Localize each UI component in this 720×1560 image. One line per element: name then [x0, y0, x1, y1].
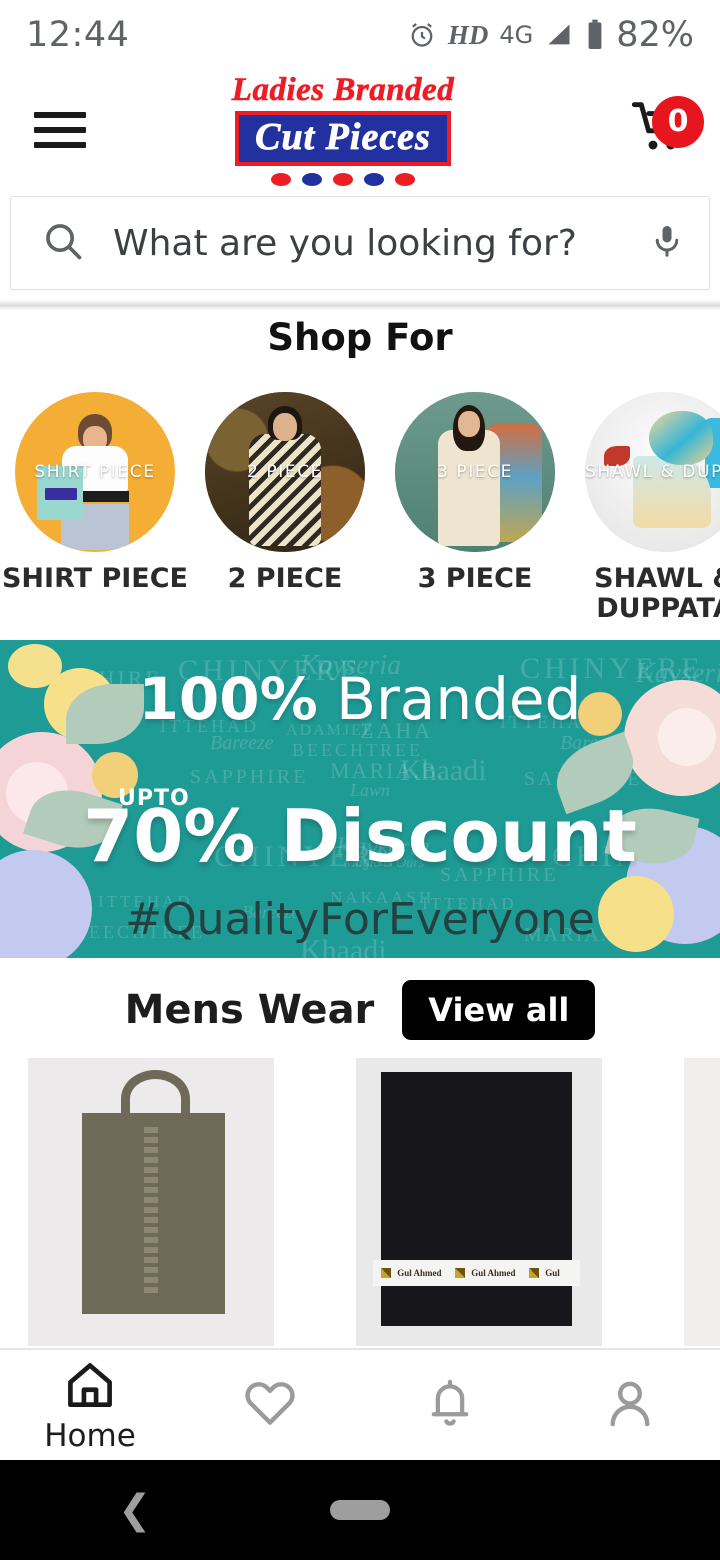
category-image: SHIRT PIECE — [15, 392, 175, 552]
category-overlay-label: 3 PIECE — [436, 462, 514, 482]
back-chevron-icon[interactable]: ❮ — [118, 1487, 152, 1533]
section-divider — [0, 300, 720, 310]
shop-for-title: Shop For — [267, 316, 453, 359]
product-card-cream-embroidered[interactable] — [684, 1058, 720, 1346]
app-logo[interactable]: Ladies Branded Cut Pieces — [86, 71, 600, 187]
category-image: 2 PIECE — [205, 392, 365, 552]
category-label: 3 PIECE — [417, 563, 533, 594]
category-label: SHAWL & DUPPATA — [594, 563, 720, 625]
nav-item-wishlist[interactable] — [180, 1375, 360, 1436]
category-item-3-piece[interactable]: 3 PIECE 3 PIECE — [380, 392, 570, 632]
logo-line-2: Cut Pieces — [255, 115, 431, 158]
microphone-icon[interactable] — [649, 218, 685, 269]
network-type: 4G — [499, 21, 534, 49]
cart-button[interactable]: 0 — [600, 95, 720, 161]
logo-box: Cut Pieces — [235, 110, 451, 167]
home-pill-icon[interactable] — [330, 1500, 390, 1520]
category-overlay-label: 2 PIECE — [246, 462, 324, 482]
status-indicators: HD 4G 82% — [407, 15, 694, 55]
category-carousel[interactable]: SHIRT PIECE SHIRT PIECE 2 PIECE 2 PIECE … — [0, 392, 720, 632]
home-icon — [62, 1358, 118, 1419]
product-image: Gul Ahmed Gul Ahmed Gul — [356, 1058, 602, 1346]
search-bar[interactable]: What are you looking for? — [10, 196, 710, 290]
category-image: 3 PIECE — [395, 392, 555, 552]
app-bar: Ladies Branded Cut Pieces 0 — [0, 70, 720, 190]
mens-wear-product-carousel[interactable]: Gul Ahmed Gul Ahmed Gul — [0, 1058, 720, 1346]
system-navigation-bar: ❮ — [0, 1460, 720, 1560]
status-time: 12:44 — [26, 15, 130, 55]
battery-percent: 82% — [616, 15, 694, 55]
category-item-2-piece[interactable]: 2 PIECE 2 PIECE — [190, 392, 380, 632]
product-image — [28, 1058, 274, 1346]
bell-icon — [423, 1376, 477, 1435]
category-overlay-label: SHIRT PIECE — [34, 462, 156, 482]
alarm-icon — [407, 20, 437, 50]
view-all-button[interactable]: View all — [402, 980, 596, 1040]
app-screen: 12:44 HD 4G 82% Ladies Branded Cut Piece… — [0, 0, 720, 1560]
banner-headline: 100% Branded — [0, 670, 720, 728]
product-card-black-fabric[interactable]: Gul Ahmed Gul Ahmed Gul — [356, 1058, 656, 1346]
banner-hashtag: #QualityForEveryone — [125, 894, 595, 945]
cart-count-badge: 0 — [652, 95, 704, 148]
mens-wear-header: Mens Wear View all — [0, 975, 720, 1045]
nav-label-home: Home — [44, 1418, 136, 1454]
heart-icon — [242, 1375, 298, 1436]
search-section: What are you looking for? — [0, 190, 720, 308]
banner-discount: 70% Discount — [83, 794, 637, 878]
search-input-placeholder[interactable]: What are you looking for? — [113, 223, 649, 264]
category-overlay-label: SHAWL & DUPPATA — [585, 462, 720, 482]
brand-band: Gul Ahmed Gul Ahmed Gul — [373, 1259, 580, 1286]
logo-dots — [271, 173, 415, 187]
brand-band-label: Gul Ahmed — [397, 1267, 442, 1278]
logo-line-1: Ladies Branded — [231, 71, 455, 108]
product-card-olive-bag[interactable] — [28, 1058, 328, 1346]
promo-banner[interactable]: SAPPHIRE CHINYERE Kayseria CHINYERE Kays… — [0, 640, 720, 958]
person-icon — [602, 1375, 658, 1436]
nav-item-notifications[interactable] — [360, 1376, 540, 1435]
nav-item-home[interactable]: Home — [0, 1358, 180, 1452]
battery-icon — [585, 19, 605, 51]
signal-icon — [544, 21, 574, 49]
category-label: 2 PIECE — [227, 563, 343, 594]
product-image — [684, 1058, 720, 1346]
category-item-shawl-duppata[interactable]: SHAWL & DUPPATA SHAWL & DUPPATA — [570, 392, 720, 632]
category-item-shirt-piece[interactable]: SHIRT PIECE SHIRT PIECE — [0, 392, 190, 632]
status-bar: 12:44 HD 4G 82% — [0, 0, 720, 70]
banner-headline-rest: Branded — [317, 665, 582, 733]
category-label: SHIRT PIECE — [1, 563, 189, 594]
category-image: SHAWL & DUPPATA — [585, 392, 720, 552]
search-icon — [41, 219, 85, 268]
hd-indicator: HD — [447, 19, 489, 50]
hamburger-menu-icon[interactable] — [34, 112, 86, 148]
mens-wear-title: Mens Wear — [124, 987, 375, 1033]
bottom-navigation-bar: Home — [0, 1350, 720, 1460]
banner-headline-strong: 100% — [138, 665, 318, 733]
nav-item-profile[interactable] — [540, 1375, 720, 1436]
